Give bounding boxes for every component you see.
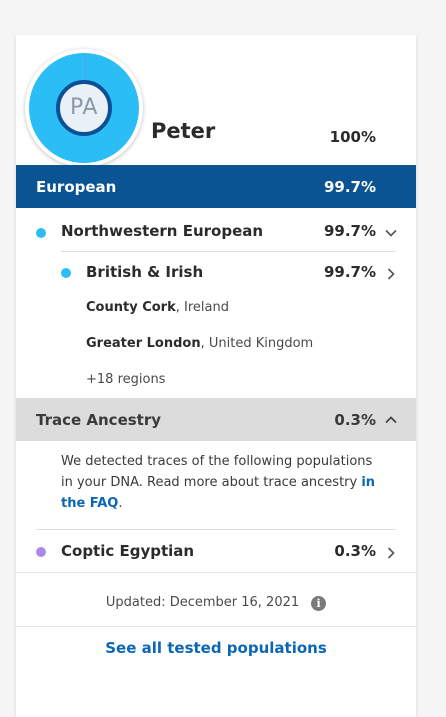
region-european[interactable]: European 99.7%: [16, 165, 416, 208]
location-country: , United Kingdom: [200, 336, 314, 351]
trace-percent: 0.3%: [334, 411, 376, 429]
population-row-northwestern-european[interactable]: Northwestern European 99.7%: [16, 208, 416, 251]
ancestry-ring-chart: PA: [29, 53, 139, 163]
chevron-right-icon[interactable]: [384, 546, 398, 560]
chevron-right-icon[interactable]: [384, 267, 398, 281]
profile-header: PA Peter 100%: [16, 35, 416, 167]
avatar: PA: [25, 49, 143, 167]
population-row-british-irish[interactable]: British & Irish 99.7%: [16, 252, 416, 295]
location-greater-london[interactable]: Greater London, United Kingdom: [86, 336, 313, 351]
trace-ancestry-header[interactable]: Trace Ancestry 0.3%: [16, 398, 416, 441]
location-name: Greater London: [86, 336, 201, 351]
info-icon[interactable]: i: [311, 596, 327, 611]
population-percent: 99.7%: [323, 263, 376, 281]
updated-text: Updated: December 16, 2021: [105, 595, 300, 610]
population-dot: [36, 228, 46, 238]
more-regions-link[interactable]: +18 regions: [86, 372, 165, 387]
population-label: Coptic Egyptian: [61, 542, 195, 560]
location-country: , Ireland: [175, 300, 229, 315]
trace-description: We detected traces of the following popu…: [61, 451, 381, 514]
avatar-initials: PA: [70, 95, 98, 120]
divider: [16, 626, 416, 627]
avatar-inner: PA: [56, 80, 112, 136]
updated-date: Updated: December 16, 2021 i: [16, 595, 416, 611]
population-percent: 99.7%: [323, 222, 376, 240]
region-label: European: [36, 178, 117, 196]
profile-name: Peter: [151, 119, 216, 143]
population-label: Northwestern European: [61, 222, 264, 240]
population-dot: [61, 268, 71, 278]
location-name: County Cork: [86, 300, 176, 315]
ancestry-card: PA Peter 100% European 99.7% Northwester…: [16, 35, 416, 717]
total-percent: 100%: [329, 128, 376, 146]
region-percent: 99.7%: [323, 178, 376, 196]
trace-description-text: We detected traces of the following popu…: [61, 454, 373, 490]
ring-marker: [85, 57, 87, 81]
trace-label: Trace Ancestry: [36, 411, 162, 429]
population-label: British & Irish: [86, 263, 204, 281]
location-county-cork[interactable]: County Cork, Ireland: [86, 300, 229, 315]
population-percent: 0.3%: [334, 542, 376, 560]
see-all-populations-link[interactable]: See all tested populations: [16, 639, 416, 657]
chevron-up-icon[interactable]: [384, 413, 398, 427]
chevron-down-icon[interactable]: [384, 226, 398, 240]
population-row-coptic-egyptian[interactable]: Coptic Egyptian 0.3%: [16, 530, 416, 572]
trace-description-end: .: [118, 496, 123, 511]
population-dot: [36, 547, 46, 557]
